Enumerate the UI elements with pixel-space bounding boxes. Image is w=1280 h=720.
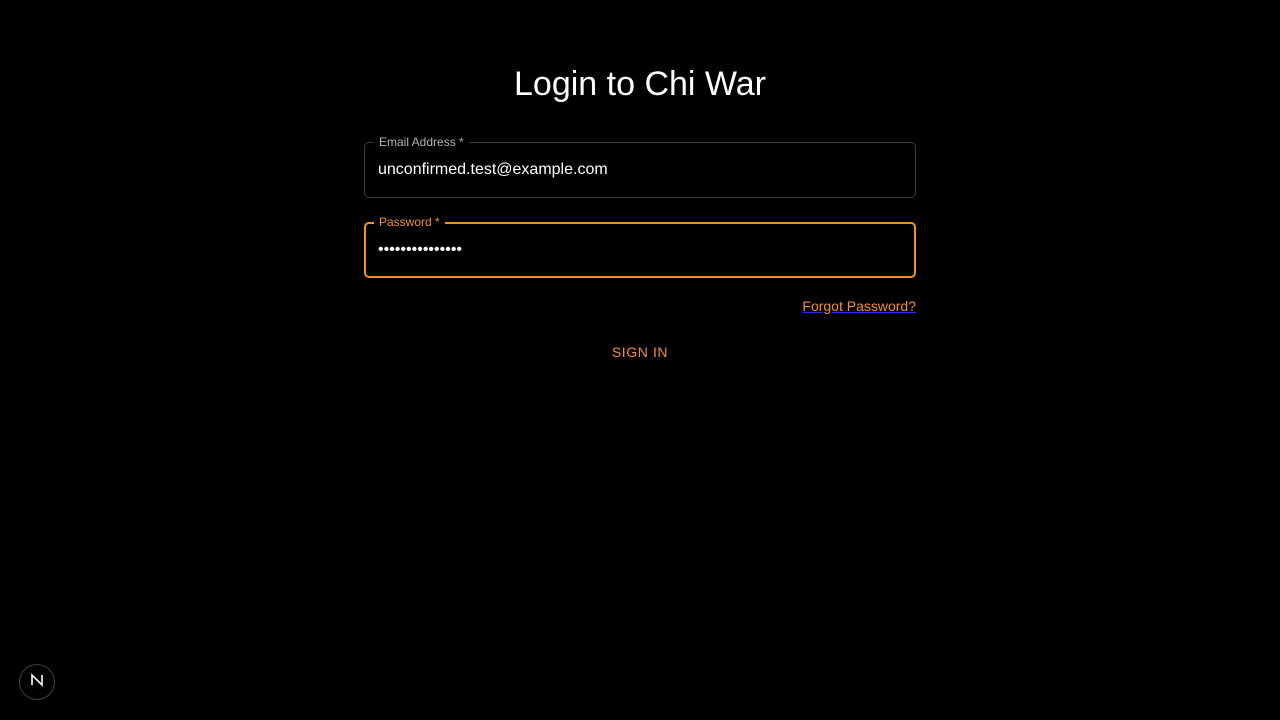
email-input[interactable]: [378, 143, 898, 197]
password-input[interactable]: [378, 224, 898, 276]
sign-in-button[interactable]: SIGN IN: [596, 336, 684, 368]
password-field[interactable]: Password *: [364, 215, 916, 278]
nextjs-logo-icon: [30, 672, 44, 692]
forgot-password-link[interactable]: Forgot Password?: [802, 298, 916, 314]
page-title: Login to Chi War: [514, 65, 766, 103]
email-field[interactable]: Email Address *: [364, 135, 916, 198]
nextjs-dev-indicator-button[interactable]: [19, 664, 55, 700]
login-page: Login to Chi War Email Address * Passwor…: [0, 0, 1280, 720]
